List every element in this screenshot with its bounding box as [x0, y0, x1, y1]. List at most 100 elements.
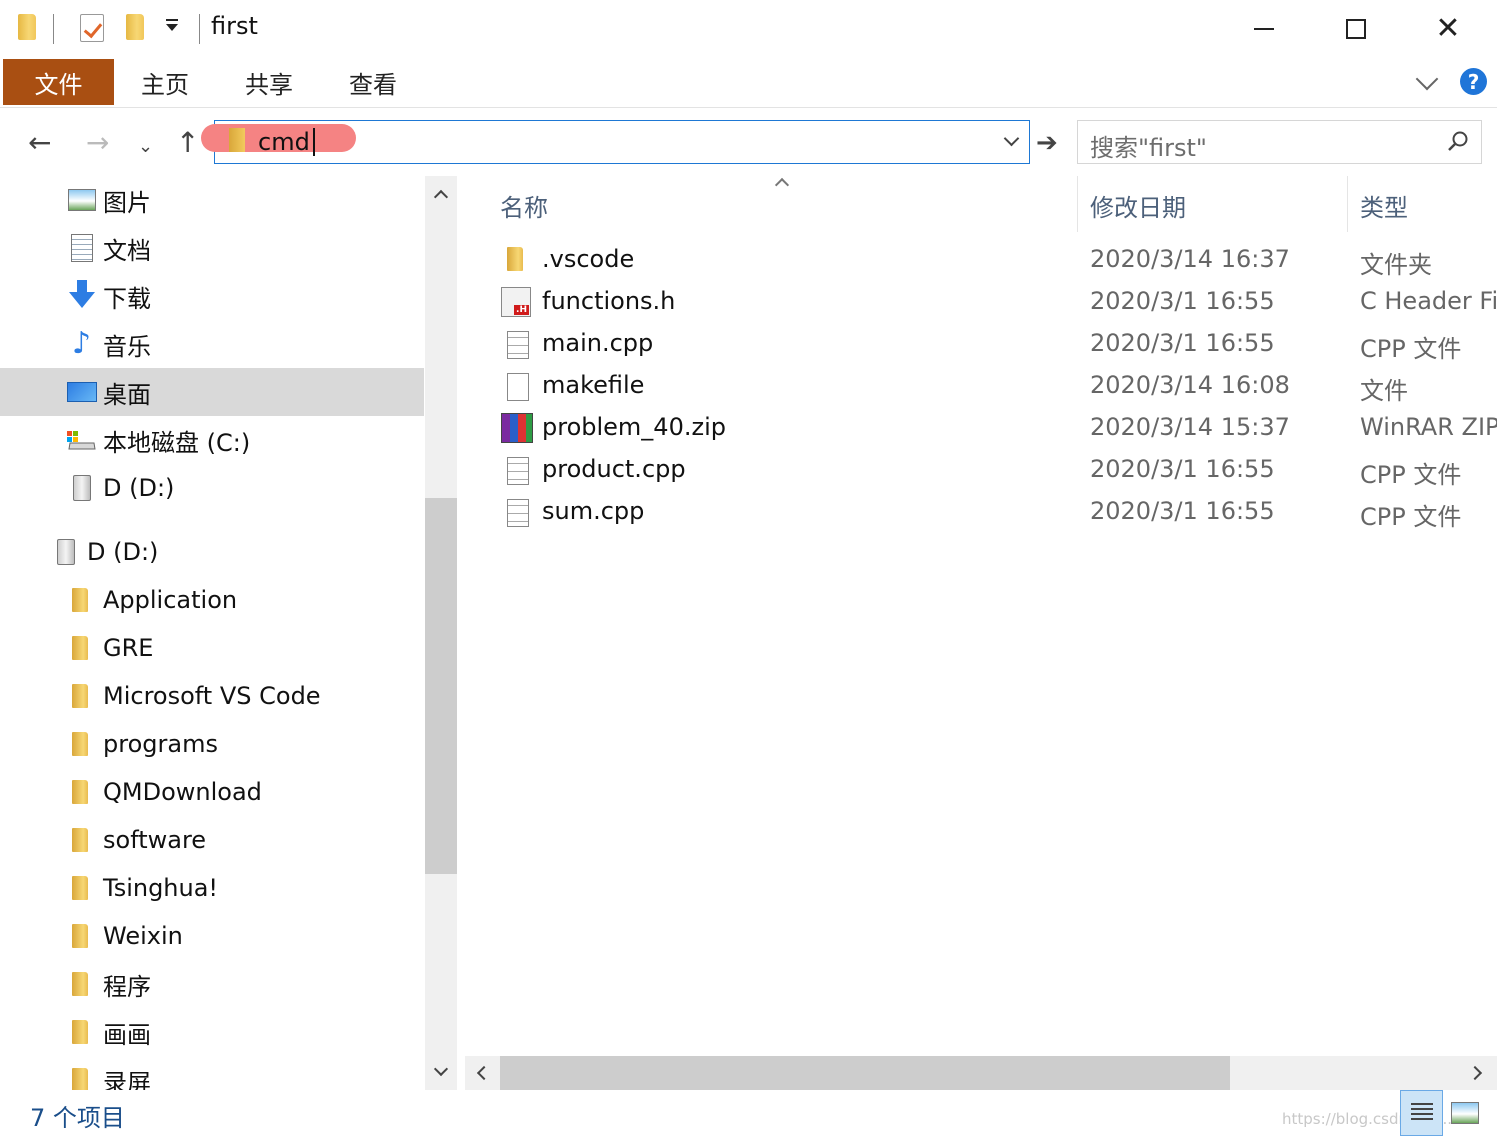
- nav-item-label: 程序: [103, 972, 151, 1001]
- cpp-file-icon: [507, 499, 529, 527]
- file-name: main.cpp: [542, 329, 654, 357]
- scrollbar-thumb[interactable]: [500, 1056, 1230, 1090]
- go-arrow-icon[interactable]: ➔: [1036, 128, 1058, 158]
- nav-item-label: 录屏: [103, 1068, 151, 1091]
- file-row[interactable]: sum.cpp 2020/3/1 16:55 CPP 文件: [465, 492, 1497, 534]
- close-button[interactable]: ✕: [1402, 0, 1494, 58]
- nav-item-pictures[interactable]: 图片: [0, 176, 424, 224]
- scroll-left-chevron-icon[interactable]: [476, 1065, 492, 1081]
- minimize-icon: [1254, 28, 1274, 30]
- nav-item-label: QMDownload: [103, 778, 262, 806]
- title-bar: first ✕: [0, 0, 1497, 58]
- file-date: 2020/3/1 16:55: [1090, 329, 1275, 357]
- file-row[interactable]: product.cpp 2020/3/1 16:55 CPP 文件: [465, 450, 1497, 492]
- recent-locations-chevron-down-icon[interactable]: ⌄: [138, 132, 153, 162]
- folder-icon: [72, 684, 88, 708]
- up-arrow-icon[interactable]: ↑: [176, 128, 199, 158]
- column-header-type[interactable]: 类型: [1360, 188, 1408, 223]
- nav-item-desktop[interactable]: 桌面: [0, 368, 424, 416]
- file-date: 2020/3/1 16:55: [1090, 455, 1275, 483]
- folder-icon: [72, 924, 88, 948]
- nav-item-tsinghua[interactable]: Tsinghua!: [0, 864, 424, 912]
- tab-file[interactable]: 文件: [3, 59, 114, 105]
- address-dropdown-chevron-down-icon[interactable]: [1003, 130, 1020, 147]
- column-header-name[interactable]: 名称: [500, 188, 548, 223]
- address-input[interactable]: cmd: [258, 128, 310, 156]
- search-box[interactable]: 搜索"first": [1077, 120, 1482, 164]
- file-date: 2020/3/1 16:55: [1090, 497, 1275, 525]
- folder-icon: [72, 972, 88, 996]
- maximize-button[interactable]: [1310, 0, 1402, 58]
- folder-icon: [18, 14, 36, 40]
- back-arrow-icon[interactable]: ←: [28, 128, 51, 158]
- large-icons-view-icon[interactable]: [1451, 1102, 1479, 1124]
- nav-item-label: 画画: [103, 1020, 151, 1049]
- nav-item-weixin[interactable]: Weixin: [0, 912, 424, 960]
- nav-item-gre[interactable]: GRE: [0, 624, 424, 672]
- nav-item-documents[interactable]: 文档: [0, 224, 424, 272]
- winrar-icon: [501, 413, 533, 443]
- scrollbar-thumb[interactable]: [425, 498, 457, 874]
- tab-share[interactable]: 共享: [245, 59, 293, 105]
- file-name: product.cpp: [542, 455, 686, 483]
- file-icon: [507, 373, 529, 401]
- expand-ribbon-chevron-down-icon[interactable]: [1415, 67, 1439, 91]
- folder-icon: [72, 1068, 88, 1090]
- file-row[interactable]: problem_40.zip 2020/3/14 15:37 WinRAR ZI…: [465, 408, 1497, 450]
- file-type: 文件夹: [1360, 251, 1432, 279]
- file-type: C Header Fi: [1360, 287, 1497, 315]
- scroll-right-chevron-icon[interactable]: [1467, 1065, 1483, 1081]
- file-date: 2020/3/1 16:55: [1090, 287, 1275, 315]
- ribbon-tabs: 文件 主页 共享 查看 ?: [0, 58, 1497, 108]
- quick-access-dropdown-icon[interactable]: [166, 19, 178, 31]
- details-view-icon[interactable]: [1400, 1090, 1443, 1136]
- minimize-button[interactable]: [1218, 0, 1310, 58]
- nav-item-label: programs: [103, 730, 218, 758]
- file-date: 2020/3/14 15:37: [1090, 413, 1290, 441]
- file-row[interactable]: .H functions.h 2020/3/1 16:55 C Header F…: [465, 282, 1497, 324]
- help-icon[interactable]: ?: [1460, 68, 1487, 95]
- address-bar[interactable]: cmd: [201, 120, 1030, 164]
- search-input[interactable]: 搜索"first": [1090, 128, 1207, 163]
- tab-home[interactable]: 主页: [141, 59, 189, 105]
- nav-item-qmdownload[interactable]: QMDownload: [0, 768, 424, 816]
- nav-item-drive-d-root[interactable]: D (D:): [0, 528, 424, 576]
- forward-arrow-icon[interactable]: →: [86, 128, 109, 158]
- search-icon[interactable]: [1447, 130, 1469, 152]
- scroll-up-chevron-icon[interactable]: [433, 189, 449, 205]
- nav-item-application[interactable]: Application: [0, 576, 424, 624]
- file-type: 文件: [1360, 377, 1408, 405]
- nav-item-label: 桌面: [103, 380, 151, 409]
- file-row[interactable]: main.cpp 2020/3/1 16:55 CPP 文件: [465, 324, 1497, 366]
- nav-item-huahua[interactable]: 画画: [0, 1008, 424, 1056]
- nav-item-luping[interactable]: 录屏: [0, 1056, 424, 1090]
- file-date: 2020/3/14 16:08: [1090, 371, 1290, 399]
- tab-view[interactable]: 查看: [349, 59, 397, 105]
- column-divider[interactable]: [1077, 176, 1078, 232]
- folder-icon: [72, 732, 88, 756]
- nav-item-programs[interactable]: programs: [0, 720, 424, 768]
- nav-item-music[interactable]: ♪ 音乐: [0, 320, 424, 368]
- new-folder-icon[interactable]: [126, 14, 144, 40]
- nav-item-vscode[interactable]: Microsoft VS Code: [0, 672, 424, 720]
- scroll-down-chevron-icon[interactable]: [433, 1061, 449, 1077]
- file-row[interactable]: makefile 2020/3/14 16:08 文件: [465, 366, 1497, 408]
- nav-item-label: 图片: [103, 188, 151, 217]
- column-header-date[interactable]: 修改日期: [1090, 188, 1186, 223]
- file-name: problem_40.zip: [542, 413, 726, 441]
- nav-pane-scrollbar[interactable]: [425, 176, 457, 1090]
- nav-item-label: D (D:): [87, 538, 159, 566]
- nav-item-downloads[interactable]: 下载: [0, 272, 424, 320]
- file-list-horizontal-scrollbar[interactable]: [465, 1056, 1497, 1090]
- file-type: CPP 文件: [1360, 461, 1462, 489]
- nav-item-label: Application: [103, 586, 238, 614]
- file-row[interactable]: .vscode 2020/3/14 16:37 文件夹: [465, 240, 1497, 282]
- nav-item-chengxu[interactable]: 程序: [0, 960, 424, 1008]
- nav-item-software[interactable]: software: [0, 816, 424, 864]
- folder-icon: [72, 636, 88, 660]
- nav-item-label: Weixin: [103, 922, 183, 950]
- column-divider[interactable]: [1347, 176, 1348, 232]
- nav-item-drive-d[interactable]: D (D:): [0, 464, 424, 512]
- nav-item-drive-c[interactable]: 本地磁盘 (C:): [0, 416, 424, 464]
- properties-check-icon[interactable]: [80, 14, 104, 42]
